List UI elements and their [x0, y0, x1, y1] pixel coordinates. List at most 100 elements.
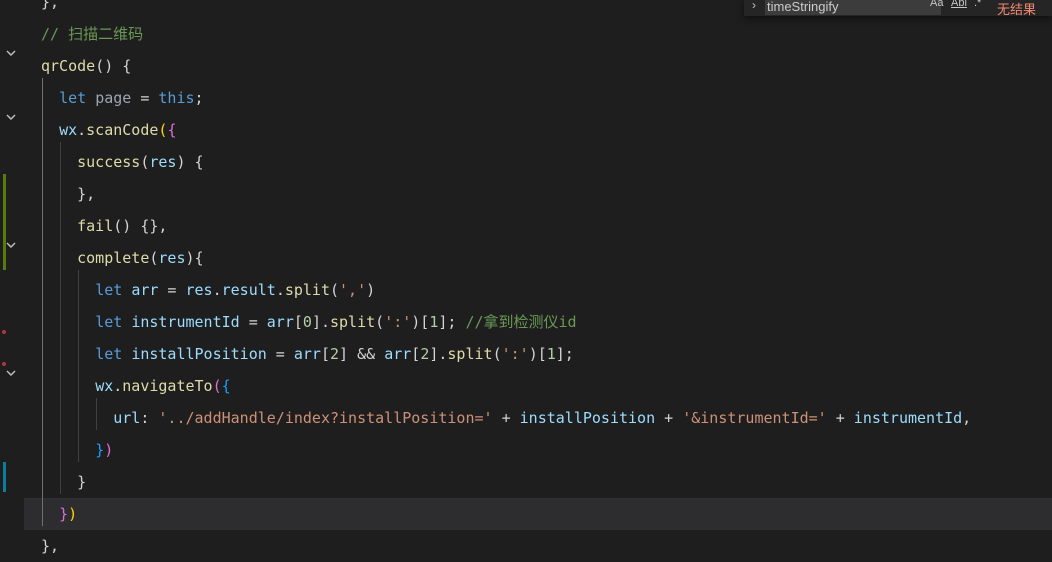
- indent-guide: [96, 398, 97, 430]
- fold-chevron-icon[interactable]: [4, 238, 18, 252]
- code-token: complete: [77, 249, 150, 267]
- regex-toggle[interactable]: .*: [974, 0, 981, 9]
- code-token: =: [239, 313, 267, 331]
- code-line[interactable]: let installPosition = arr[2] && arr[2].s…: [24, 338, 1052, 370]
- code-token: ) {: [176, 153, 204, 171]
- code-token: navigateTo: [122, 377, 213, 395]
- code-text: }): [41, 499, 77, 529]
- code-token: },: [41, 537, 60, 555]
- code-token: success: [77, 153, 141, 171]
- code-line[interactable]: }: [24, 466, 1052, 498]
- code-token: +: [655, 409, 683, 427]
- code-line[interactable]: let page = this;: [24, 82, 1052, 114]
- code-token: //拿到检测仪id: [465, 313, 577, 331]
- find-result-status: 无结果: [997, 2, 1037, 17]
- code-token: split: [330, 313, 376, 331]
- indent-guide: [60, 142, 61, 494]
- code-token: '../addHandle/index?installPosition=': [158, 409, 493, 427]
- code-line[interactable]: let arr = res.result.split(','): [24, 274, 1052, 306]
- code-line[interactable]: complete(res){: [24, 242, 1052, 274]
- code-token: arr: [131, 281, 159, 299]
- fold-chevron-icon[interactable]: [4, 110, 18, 124]
- code-token: 2: [420, 345, 430, 363]
- code-token: 2: [330, 345, 340, 363]
- editor-gutter: [0, 0, 24, 553]
- code-token: this: [158, 89, 195, 107]
- code-text: url: '../addHandle/index?installPosition…: [41, 402, 971, 434]
- code-line[interactable]: success(res) {: [24, 146, 1052, 178]
- whole-word-toggle[interactable]: Abl: [951, 0, 967, 9]
- code-token: ] &&: [339, 345, 385, 363]
- code-token: ];: [438, 313, 466, 331]
- code-line[interactable]: wx.navigateTo({: [24, 370, 1052, 402]
- code-editor[interactable]: },// 扫描二维码 qrCode() { let page = this; wx…: [24, 0, 1052, 555]
- code-token: arr: [266, 313, 294, 331]
- code-token: [: [411, 345, 421, 363]
- code-line[interactable]: qrCode() {: [24, 50, 1052, 82]
- code-token: installPosition: [131, 345, 267, 363]
- code-token: ];: [555, 345, 574, 363]
- code-token: ':': [384, 313, 412, 331]
- toggle-replace-chevron-icon[interactable]: ›: [752, 0, 756, 12]
- code-line[interactable]: },: [24, 530, 1052, 562]
- fold-chevron-icon[interactable]: [4, 46, 18, 60]
- find-input[interactable]: [765, 0, 941, 15]
- code-token: .: [77, 121, 87, 139]
- code-token: ): [366, 281, 376, 299]
- code-token: wx: [59, 121, 78, 139]
- indent-guide: [42, 78, 43, 526]
- code-token: ].: [429, 345, 448, 363]
- code-token: split: [447, 345, 493, 363]
- code-token: qrCode: [41, 57, 96, 75]
- git-added-bar: [3, 462, 6, 492]
- code-token: ',': [339, 281, 367, 299]
- code-line[interactable]: }): [24, 434, 1052, 466]
- code-token: res: [185, 281, 213, 299]
- code-token: {: [167, 121, 177, 139]
- code-text: qrCode() {: [41, 50, 131, 82]
- code-token: },: [41, 0, 60, 11]
- git-modified-bar: [3, 174, 6, 270]
- code-token: res: [149, 153, 177, 171]
- code-line[interactable]: let instrumentId = arr[0].split(':')[1];…: [24, 306, 1052, 338]
- code-line[interactable]: // 扫描二维码: [24, 18, 1052, 50]
- code-token: (: [330, 281, 340, 299]
- code-token: (: [375, 313, 385, 331]
- code-text: success(res) {: [41, 146, 204, 178]
- code-text: let page = this;: [41, 82, 204, 114]
- code-text: let installPosition = arr[2] && arr[2].s…: [41, 338, 574, 370]
- code-token: 0: [302, 313, 312, 331]
- code-token: +: [826, 409, 854, 427]
- code-token: '&instrumentId=': [682, 409, 827, 427]
- code-text: // 扫描二维码: [41, 18, 143, 50]
- match-case-toggle[interactable]: Aa: [930, 0, 943, 9]
- code-token: (): [95, 57, 123, 75]
- code-line[interactable]: wx.scanCode({: [24, 114, 1052, 146]
- code-line[interactable]: }): [24, 498, 1052, 530]
- code-line[interactable]: },: [24, 178, 1052, 210]
- code-token: split: [284, 281, 330, 299]
- code-token: =: [131, 89, 159, 107]
- code-token: }: [95, 441, 105, 459]
- code-token: arr: [384, 345, 412, 363]
- code-token: url: [113, 409, 141, 427]
- code-token: (: [492, 345, 502, 363]
- code-token: {: [221, 377, 231, 395]
- indent-guide: [78, 270, 79, 462]
- fold-chevron-icon[interactable]: [4, 366, 18, 380]
- code-line[interactable]: url: '../addHandle/index?installPosition…: [24, 402, 1052, 434]
- code-text: },: [41, 178, 95, 210]
- code-line[interactable]: fail() {},: [24, 210, 1052, 242]
- code-token: let: [95, 345, 123, 363]
- code-token: result: [221, 281, 276, 299]
- code-text: let instrumentId = arr[0].split(':')[1];…: [41, 306, 577, 338]
- code-token: .: [113, 377, 123, 395]
